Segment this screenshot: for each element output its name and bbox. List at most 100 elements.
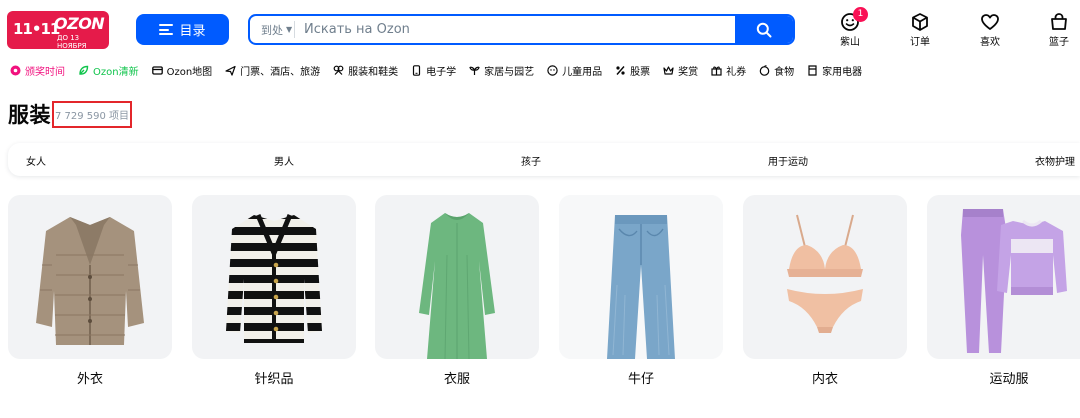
item-count-highlight: 7 729 590 项目 — [52, 101, 132, 128]
search-button[interactable] — [735, 16, 793, 43]
dress-icon — [419, 213, 495, 359]
orders-label: 订单 — [910, 37, 930, 48]
quick-link-awards[interactable]: 颁奖时间 — [10, 63, 65, 78]
category-card-outerwear[interactable]: 外衣 — [8, 195, 172, 387]
catalog-label: 目录 — [179, 24, 206, 39]
favorites-label: 喜欢 — [980, 37, 1000, 48]
leaf-icon — [78, 65, 89, 76]
category-name: 针织品 — [254, 372, 294, 387]
category-image — [743, 195, 907, 359]
quick-link-electronics[interactable]: 电子学 — [411, 63, 456, 78]
search-input[interactable] — [304, 19, 724, 40]
category-card-underwear[interactable]: 内衣 — [743, 195, 907, 387]
category-name: 牛仔 — [627, 372, 654, 387]
lingerie-icon — [787, 214, 863, 333]
category-image — [375, 195, 539, 359]
top-header: 11•11 OZON ДО 13 НОЯБРЯ 目录 到处 ▼ 1 紫山 — [0, 0, 1080, 58]
category-name: 内衣 — [811, 372, 838, 387]
catalog-button[interactable]: 目录 — [136, 14, 229, 45]
category-image — [8, 195, 172, 359]
quick-link-label: 门票、酒店、旅游 — [240, 66, 321, 78]
category-image — [192, 195, 356, 359]
profile-button[interactable]: 1 紫山 — [825, 7, 875, 52]
quick-link-label: 儿童用品 — [562, 66, 603, 78]
menu-icon — [159, 24, 174, 35]
category-name: 衣服 — [443, 372, 470, 387]
crown-icon — [663, 65, 674, 76]
search-icon — [756, 22, 772, 37]
search-scope-label: 到处 — [261, 23, 283, 37]
category-card-jeans[interactable]: 牛仔 — [559, 195, 723, 387]
tab-clothing-care[interactable]: 衣物护理 — [1035, 153, 1075, 168]
favorites-button[interactable]: 喜欢 — [965, 12, 1015, 52]
quick-link-food[interactable]: 食物 — [759, 63, 794, 78]
category-card-knitwear[interactable]: 针织品 — [192, 195, 356, 387]
orders-button[interactable]: 订单 — [895, 12, 945, 52]
quick-link-appliances[interactable]: 家用电器 — [807, 63, 862, 78]
gift-icon — [711, 65, 722, 76]
chevron-down-icon: ▼ — [286, 25, 293, 34]
box-icon — [912, 13, 928, 31]
category-name: 运动服 — [989, 372, 1029, 387]
quick-link-clothes[interactable]: 服装和鞋类 — [333, 63, 398, 78]
category-card-dresses[interactable]: 衣服 — [375, 195, 539, 387]
quick-link-home[interactable]: 家居与园艺 — [469, 63, 534, 78]
tab-women[interactable]: 女人 — [26, 153, 46, 168]
quick-link-label: Ozon地图 — [166, 66, 213, 78]
category-name: 外衣 — [76, 372, 103, 387]
award-icon — [10, 65, 21, 76]
heart-icon — [981, 14, 999, 30]
quick-link-card[interactable]: Ozon地图 — [151, 63, 213, 78]
tab-men[interactable]: 男人 — [274, 153, 294, 168]
page-title: 服装 — [8, 103, 51, 127]
tab-kids[interactable]: 孩子 — [521, 153, 541, 168]
quick-link-label: 股票 — [630, 66, 651, 78]
search-divider — [294, 21, 295, 38]
quick-link-label: 家用电器 — [822, 66, 863, 78]
quick-link-fresh[interactable]: Ozon清新 — [78, 63, 139, 78]
category-card-sportswear[interactable]: 运动服 — [927, 195, 1080, 387]
quick-link-label: 家居与园艺 — [484, 66, 535, 78]
subcategory-tabs: 女人 男人 孩子 用于运动 衣物护理 — [8, 143, 1080, 176]
category-image — [559, 195, 723, 359]
ozon-logo[interactable]: 11•11 OZON ДО 13 НОЯБРЯ — [7, 11, 109, 49]
quick-link-label: 颁奖时间 — [25, 66, 65, 78]
card-icon — [151, 65, 163, 76]
phone-icon — [411, 64, 422, 76]
quick-link-sales[interactable]: 股票 — [615, 63, 650, 78]
cart-button[interactable]: 篮子 — [1034, 12, 1080, 52]
jeans-icon — [559, 195, 723, 359]
profile-label: 紫山 — [840, 37, 860, 48]
appliance-icon — [807, 64, 818, 76]
quick-link-label: 食物 — [774, 66, 795, 78]
quick-link-rewards[interactable]: 奖赏 — [663, 63, 698, 78]
clothes-icon — [333, 65, 344, 76]
category-image — [927, 195, 1080, 359]
cart-label: 篮子 — [1049, 37, 1069, 48]
plane-icon — [225, 65, 236, 76]
tracksuit-icon — [961, 209, 1067, 353]
quick-link-label: 服装和鞋类 — [348, 66, 399, 78]
logo-sale-text: 11•11 — [13, 20, 60, 38]
food-icon — [759, 64, 770, 76]
logo-date: ДО 13 НОЯБРЯ — [57, 34, 87, 49]
cardigan-icon — [226, 214, 322, 343]
search-scope-dropdown[interactable]: 到处 ▼ — [257, 21, 296, 38]
quick-link-kids[interactable]: 儿童用品 — [547, 63, 602, 78]
quick-link-label: 电子学 — [426, 66, 457, 78]
quick-link-travel[interactable]: 门票、酒店、旅游 — [225, 63, 320, 78]
jacket-icon — [36, 217, 144, 345]
quick-link-gifts[interactable]: 礼券 — [711, 63, 746, 78]
percent-icon — [615, 65, 626, 76]
search-bar: 到处 ▼ — [248, 14, 795, 45]
notification-badge: 1 — [853, 7, 868, 22]
quick-link-label: 礼券 — [726, 66, 747, 78]
child-icon — [547, 64, 558, 76]
plant-icon — [469, 65, 480, 76]
quick-link-label: 奖赏 — [678, 66, 699, 78]
quick-links-bar: 颁奖时间 Ozon清新 Ozon地图 门票、酒店、旅游 服装和鞋类 电子学 家居… — [0, 58, 1080, 82]
logo-brand: OZON — [54, 14, 105, 33]
quick-link-label: Ozon清新 — [93, 66, 139, 78]
tab-sports[interactable]: 用于运动 — [768, 153, 808, 168]
item-count: 7 729 590 项目 — [54, 111, 130, 122]
